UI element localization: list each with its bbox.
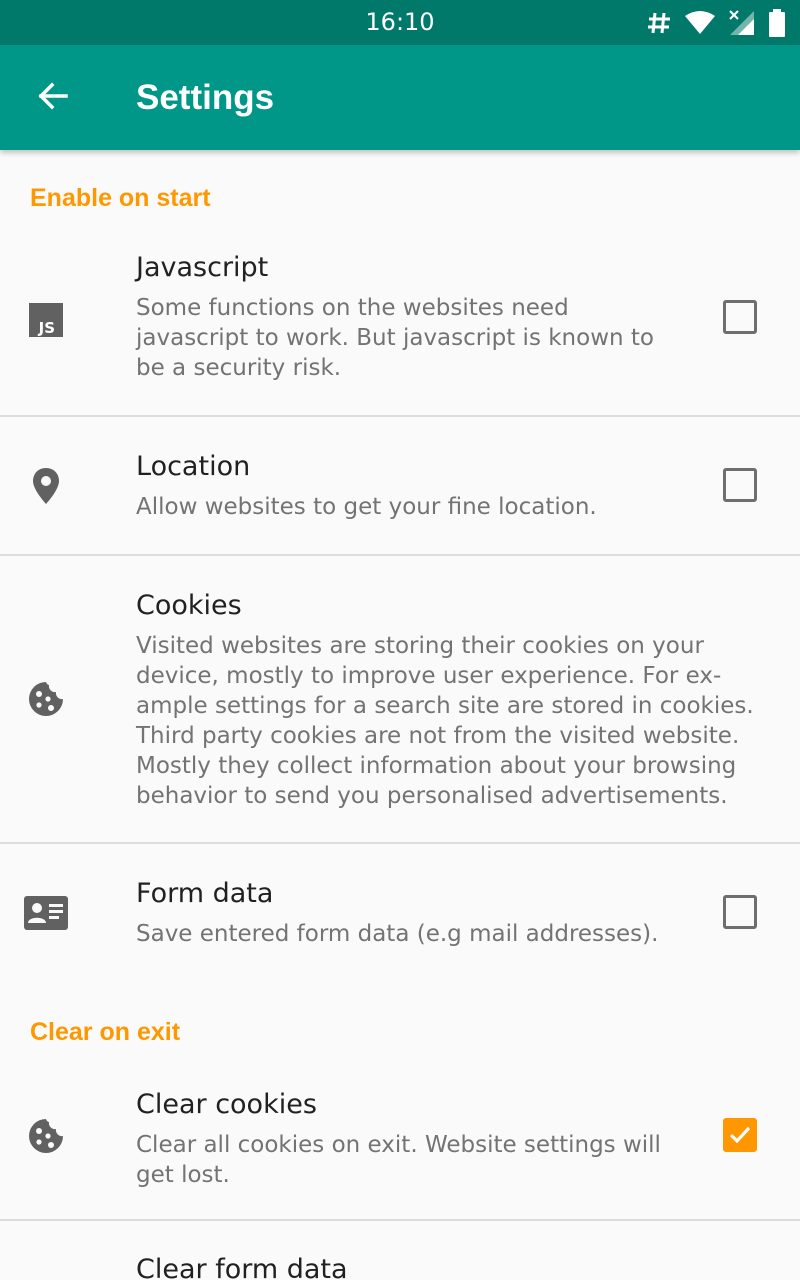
pref-summary: Visited websites are storing their cooki… bbox=[136, 633, 754, 809]
pref-title: Location bbox=[136, 451, 251, 482]
pref-title: Javascript bbox=[136, 252, 269, 283]
pref-javascript[interactable]: JS Javascript Some functions on the webs… bbox=[0, 226, 800, 415]
category-clear-on-exit: Clear on exit bbox=[30, 1018, 181, 1046]
pref-summary: Clear all cookies on exit. Website setti… bbox=[136, 1132, 661, 1188]
pref-summary: Some functions on the websites need java… bbox=[136, 295, 654, 381]
pref-title: Cookies bbox=[136, 590, 242, 621]
js-icon: JS bbox=[22, 296, 70, 344]
signal-icon bbox=[728, 9, 756, 37]
pref-location[interactable]: Location Allow websites to get your fine… bbox=[0, 417, 800, 554]
location-checkbox[interactable] bbox=[723, 468, 757, 502]
location-pin-icon bbox=[22, 462, 70, 510]
pref-clear-form-data[interactable]: Clear form data bbox=[0, 1221, 800, 1280]
status-bar: 16:10 bbox=[0, 0, 800, 45]
status-icons bbox=[646, 0, 786, 45]
pref-cookies[interactable]: Cookies Visited websites are storing the… bbox=[0, 556, 800, 842]
category-enable-on-start: Enable on start bbox=[30, 184, 211, 212]
app-bar: Settings bbox=[0, 45, 800, 150]
clear-cookies-checkbox[interactable] bbox=[723, 1118, 757, 1152]
back-button[interactable] bbox=[22, 67, 84, 129]
page-title: Settings bbox=[136, 78, 275, 117]
pref-summary: Save entered form data (e.g mail address… bbox=[136, 921, 659, 947]
pref-clear-cookies[interactable]: Clear cookies Clear all cookies on exit.… bbox=[0, 1060, 800, 1219]
wifi-icon bbox=[684, 10, 716, 36]
arrow-back-icon bbox=[37, 80, 69, 116]
battery-icon bbox=[768, 8, 786, 37]
hashtag-icon bbox=[646, 10, 672, 36]
svg-text:JS: JS bbox=[38, 319, 55, 337]
pref-title: Clear cookies bbox=[136, 1089, 317, 1120]
id-card-icon bbox=[22, 889, 70, 937]
pref-form-data[interactable]: Form data Save entered form data (e.g ma… bbox=[0, 844, 800, 979]
pref-summary: Allow websites to get your fine location… bbox=[136, 494, 597, 520]
javascript-checkbox[interactable] bbox=[723, 300, 757, 334]
pref-title: Clear form data bbox=[136, 1254, 348, 1280]
cookie-icon bbox=[22, 1112, 70, 1160]
pref-title: Form data bbox=[136, 878, 274, 909]
settings-list[interactable]: Enable on start JS Javascript Some funct… bbox=[0, 150, 800, 1280]
form-data-checkbox[interactable] bbox=[723, 895, 757, 929]
cookie-icon bbox=[22, 675, 70, 723]
